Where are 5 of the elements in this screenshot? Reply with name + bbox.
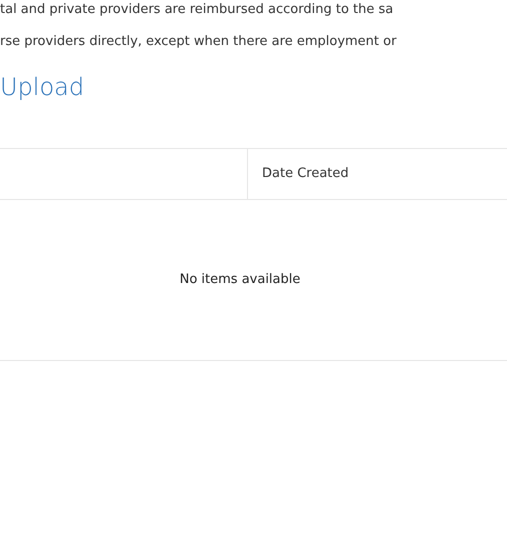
paragraph-line: tal and private providers are reimbursed according to the sa: [0, 1, 394, 19]
section-title: Upload: [0, 72, 84, 102]
empty-message: No items available: [180, 271, 300, 290]
paragraph-line: rse providers directly, except when there are employment or: [0, 33, 396, 51]
column-header: Date Created: [262, 165, 349, 184]
